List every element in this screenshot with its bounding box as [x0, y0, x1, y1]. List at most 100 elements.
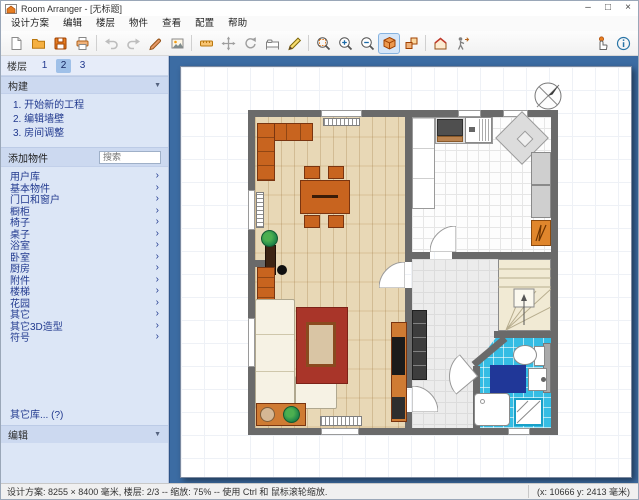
potted-plant[interactable] [283, 406, 300, 423]
app-window: Room Arranger - [无标题] – □ × 设计方案 编辑 楼层 物… [0, 0, 639, 500]
redo-icon [126, 36, 141, 51]
format-brush-icon [148, 36, 163, 51]
storage-box[interactable] [514, 398, 543, 426]
floor-tab-1[interactable]: 1 [37, 59, 52, 73]
window-living-left[interactable] [248, 318, 255, 367]
door-living-hall[interactable] [412, 386, 438, 412]
menu-edit[interactable]: 编辑 [56, 16, 89, 31]
menu-view[interactable]: 查看 [155, 16, 188, 31]
wall-kitchen-hall-right [452, 252, 551, 259]
more-libraries-link[interactable]: 其它库... (?) [1, 402, 168, 425]
menu-help[interactable]: 帮助 [221, 16, 254, 31]
wall-cabinet-lower[interactable] [531, 185, 551, 218]
sidebar-spacer [1, 346, 168, 403]
shower-tray[interactable] [474, 393, 510, 426]
edit-section-title: 编辑 [8, 427, 28, 442]
staircase[interactable] [498, 259, 551, 331]
compass-icon[interactable] [533, 81, 563, 111]
chevron-right-icon: › [156, 320, 159, 331]
edit-section-header[interactable]: 编辑 ▼ [1, 425, 168, 443]
undo-button[interactable] [100, 33, 122, 54]
new-button[interactable] [5, 33, 27, 54]
chevron-right-icon: › [156, 308, 159, 319]
window-dining-left[interactable] [248, 190, 255, 230]
redo-button[interactable] [122, 33, 144, 54]
sink-tap [541, 377, 546, 382]
tall-cabinet[interactable] [412, 117, 435, 209]
wall-cabinet-upper[interactable] [531, 152, 551, 185]
corner-bench-vertical[interactable] [257, 123, 275, 181]
pointer-button[interactable] [590, 33, 612, 54]
drawing-canvas[interactable] [169, 56, 638, 483]
window-living-bottom[interactable] [321, 428, 359, 435]
radiator-living-bottom[interactable] [320, 416, 362, 426]
print-button[interactable] [71, 33, 93, 54]
move-button[interactable] [217, 33, 239, 54]
menu-floor[interactable]: 楼层 [89, 16, 122, 31]
save-button[interactable] [49, 33, 71, 54]
radiator-dining-left[interactable] [256, 192, 264, 228]
sofa-main[interactable] [255, 299, 295, 409]
dining-chair[interactable] [328, 215, 344, 228]
potted-plant[interactable] [261, 230, 278, 247]
coffee-table[interactable] [306, 322, 336, 367]
floor-tab-3[interactable]: 3 [75, 59, 90, 73]
format-brush-button[interactable] [144, 33, 166, 54]
build-step-new-project[interactable]: 1. 开始新的工程 [13, 99, 158, 113]
floor-lamp-dot[interactable] [277, 265, 287, 275]
chevron-right-icon: › [156, 205, 159, 216]
open-button[interactable] [27, 33, 49, 54]
flower-pot[interactable] [260, 407, 275, 422]
close-button[interactable]: × [618, 1, 638, 16]
house-3d-button[interactable] [429, 33, 451, 54]
menu-design[interactable]: 设计方案 [4, 16, 56, 31]
door-kitchen[interactable] [430, 226, 456, 252]
zoom-out-button[interactable] [356, 33, 378, 54]
window-kitchen-top-1[interactable] [458, 110, 481, 117]
dining-chair[interactable] [328, 166, 344, 179]
radiator-dining-top[interactable] [323, 118, 360, 126]
view-3d-button[interactable] [378, 33, 400, 54]
stove-hob[interactable] [437, 119, 463, 136]
door-dining[interactable] [379, 262, 405, 288]
window-bath-bottom[interactable] [508, 428, 530, 435]
objects-3d-button[interactable] [400, 33, 422, 54]
furniture-button[interactable] [261, 33, 283, 54]
build-section-header[interactable]: 构建 ▼ [1, 76, 168, 94]
maximize-button[interactable]: □ [598, 1, 618, 16]
zoom-out-icon [360, 36, 375, 51]
add-objects-title: 添加物件 [8, 150, 48, 165]
minimize-button[interactable]: – [578, 1, 598, 16]
about-button[interactable] [612, 33, 634, 54]
build-step-adjust-rooms[interactable]: 3. 房间调整 [13, 127, 158, 141]
build-step-edit-walls[interactable]: 2. 编辑墙壁 [13, 113, 158, 127]
measure-button[interactable] [195, 33, 217, 54]
plan-page[interactable] [180, 66, 632, 478]
collapse-caret-icon[interactable]: ▼ [154, 82, 161, 89]
zoom-in-button[interactable] [334, 33, 356, 54]
sidebar: 楼层 1 2 3 构建 ▼ 1. 开始新的工程 2. 编辑墙壁 3. 房间调整 … [1, 56, 169, 483]
collapse-caret-icon[interactable]: ▼ [154, 431, 161, 438]
object-search-input[interactable] [99, 151, 161, 164]
menu-options[interactable]: 配置 [188, 16, 221, 31]
bath-mat[interactable] [490, 365, 526, 393]
build-steps: 1. 开始新的工程 2. 编辑墙壁 3. 房间调整 [1, 94, 168, 147]
sink-faucet [469, 127, 475, 132]
floor-tab-2[interactable]: 2 [56, 59, 71, 73]
zoom-selection-button[interactable] [312, 33, 334, 54]
toilet-bowl[interactable] [513, 345, 537, 365]
menu-object[interactable]: 物件 [122, 16, 155, 31]
dining-chair[interactable] [304, 215, 320, 228]
boiler-appliance[interactable] [531, 220, 551, 246]
dining-chair[interactable] [304, 166, 320, 179]
walkthrough-button[interactable] [451, 33, 473, 54]
zoom-in-icon [338, 36, 353, 51]
draw-button[interactable] [283, 33, 305, 54]
window-dining-top[interactable] [321, 110, 362, 117]
chevron-right-icon: › [156, 262, 159, 273]
hall-radiator[interactable] [412, 310, 427, 380]
measure-icon [199, 36, 214, 51]
category-symbols[interactable]: 符号› [1, 331, 168, 343]
background-image-button[interactable] [166, 33, 188, 54]
rotate-button[interactable] [239, 33, 261, 54]
